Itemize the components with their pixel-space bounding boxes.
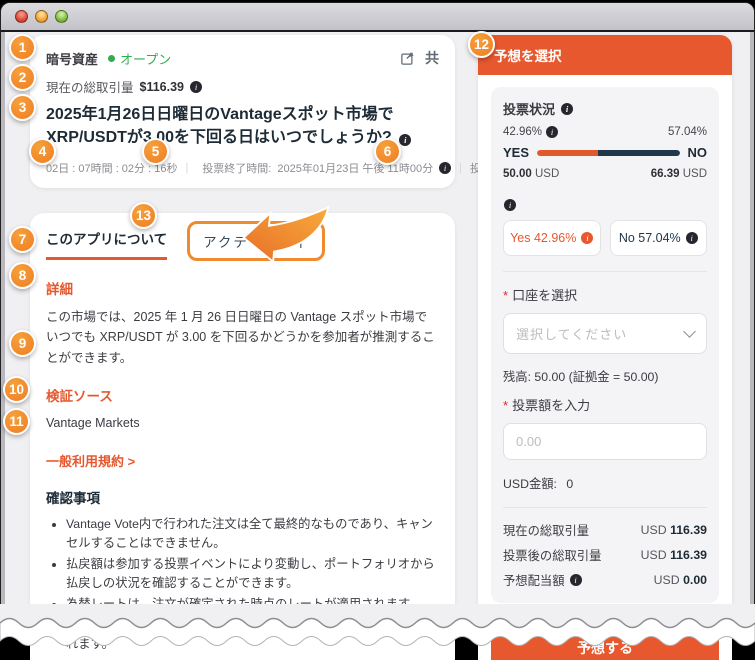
vote-status-info-icon[interactable] (561, 102, 574, 115)
divider (503, 507, 707, 508)
title-info-icon[interactable] (399, 133, 412, 146)
confirm-heading: 確認事項 (46, 491, 100, 506)
titlebar (1, 3, 754, 32)
source-heading: 検証ソース (46, 388, 113, 404)
status-badge: オープン (120, 51, 172, 67)
annotation-badge-7: 7 (9, 226, 36, 253)
edit-icon[interactable] (400, 51, 415, 66)
category-label: 暗号資産 (46, 51, 99, 67)
no-bar (598, 149, 680, 156)
divider (503, 271, 707, 272)
yes-button-info-icon[interactable] (581, 232, 594, 244)
panel-header: 予想を選択 (478, 35, 732, 75)
market-detail-card: このアプリについて アクティビティ 詳細 この市場では、2025 年 1 月 2… (30, 213, 455, 660)
yes-amount: 50.00 (503, 168, 532, 180)
torn-edge-decoration (0, 604, 755, 660)
confirm-item: 払戻額は参加する投票イベントにより変動し、ポートフォリオから払戻しの状況を確認す… (66, 555, 439, 593)
balance-text: 残高: 50.00 (証拠金 = 50.00) (503, 370, 659, 384)
account-label: 口座を選択 (503, 285, 707, 304)
app-window: 暗号資産 オープン 共 現在の総取引量 $116.39 2025年1月26日日曜… (0, 0, 755, 660)
annotation-badge-3: 3 (9, 94, 36, 121)
yes-percent: 42.96% (503, 126, 543, 138)
usd-amount-value: 0 (566, 477, 574, 491)
summary-label: 予想配当額 (503, 574, 565, 588)
annotation-badge-6: 6 (374, 138, 401, 165)
summary-row: 投票後の総取引量 USD 116.39 (503, 548, 707, 563)
details-heading: 詳細 (46, 282, 73, 297)
yes-currency: USD (534, 168, 560, 180)
chevron-down-icon (683, 325, 696, 338)
end-time-info-icon[interactable] (439, 162, 452, 175)
annotation-badge-8: 8 (9, 262, 36, 289)
amount-label: 投票額を入力 (503, 395, 707, 414)
annotation-arrow-icon (240, 205, 332, 269)
summary-label: 投票後の総取引量 (503, 549, 602, 563)
payout-info-icon[interactable] (569, 574, 582, 586)
yes-bar (537, 149, 599, 156)
summary-label: 現在の総取引量 (503, 524, 590, 538)
annotation-badge-4: 4 (29, 138, 56, 165)
volume-label: 現在の総取引量 (46, 81, 134, 95)
annotation-badge-9: 9 (9, 330, 36, 357)
vote-ratio-bar (537, 149, 680, 156)
usd-amount-label: USD金額: (503, 477, 557, 491)
no-amount: 66.39 (650, 168, 680, 180)
tab-about[interactable]: このアプリについて (46, 228, 168, 260)
annotation-badge-2: 2 (9, 64, 36, 91)
account-select-placeholder: 選択してください (516, 327, 628, 342)
summary-row: 現在の総取引量 USD 116.39 (503, 523, 707, 538)
annotation-badge-13: 13 (130, 202, 157, 229)
end-time-value: 2025年01月23日 午後 11時00分 (277, 163, 434, 176)
no-button-info-icon[interactable] (685, 232, 698, 244)
volume-value: $116.39 (139, 79, 185, 94)
end-time-label: 投票終了時間: (202, 163, 272, 176)
zoom-window-button[interactable] (55, 10, 68, 23)
share-icon[interactable]: 共 (425, 48, 439, 68)
status-dot-icon (108, 54, 116, 62)
annotation-badge-10: 10 (3, 376, 30, 403)
volume-info-icon[interactable] (190, 80, 203, 93)
annotation-badge-12: 12 (468, 31, 495, 58)
yes-button[interactable]: Yes 42.96% (503, 220, 601, 256)
source-value: Vantage Markets (46, 415, 140, 430)
terms-link[interactable]: 一般利用規約 > (46, 451, 439, 470)
no-percent: 57.04% (667, 126, 707, 138)
annotation-badge-5: 5 (142, 138, 169, 165)
vote-status-label: 投票状況 (503, 102, 556, 117)
yes-percent-info-icon[interactable] (546, 126, 559, 138)
close-window-button[interactable] (15, 10, 28, 23)
vote-form-card: 投票状況 42.96% 57.04% YES NO (491, 87, 719, 603)
annotation-badge-1: 1 (9, 34, 36, 61)
yes-label: YES (503, 145, 530, 160)
no-label: NO (687, 145, 708, 160)
prediction-panel: 予想を選択 投票状況 42.96% 57.04% YES (478, 35, 732, 660)
details-body: この市場では、2025 年 1 月 26 日日曜日の Vantage スポット市… (46, 310, 435, 365)
amount-input[interactable] (503, 423, 707, 460)
account-select[interactable]: 選択してください (503, 313, 707, 354)
annotation-badge-11: 11 (3, 408, 30, 435)
confirm-item: Vantage Vote内で行われた注文は全て最終的なものであり、キャンセルする… (66, 515, 439, 553)
summary-row: 予想配当額 USD 0.00 (503, 571, 707, 589)
minimize-window-button[interactable] (35, 10, 48, 23)
market-header-card: 暗号資産 オープン 共 現在の総取引量 $116.39 2025年1月26日日曜… (30, 35, 518, 189)
no-currency: USD (682, 168, 707, 180)
choice-info-icon[interactable] (504, 199, 516, 211)
no-button[interactable]: No 57.04% (609, 220, 707, 256)
